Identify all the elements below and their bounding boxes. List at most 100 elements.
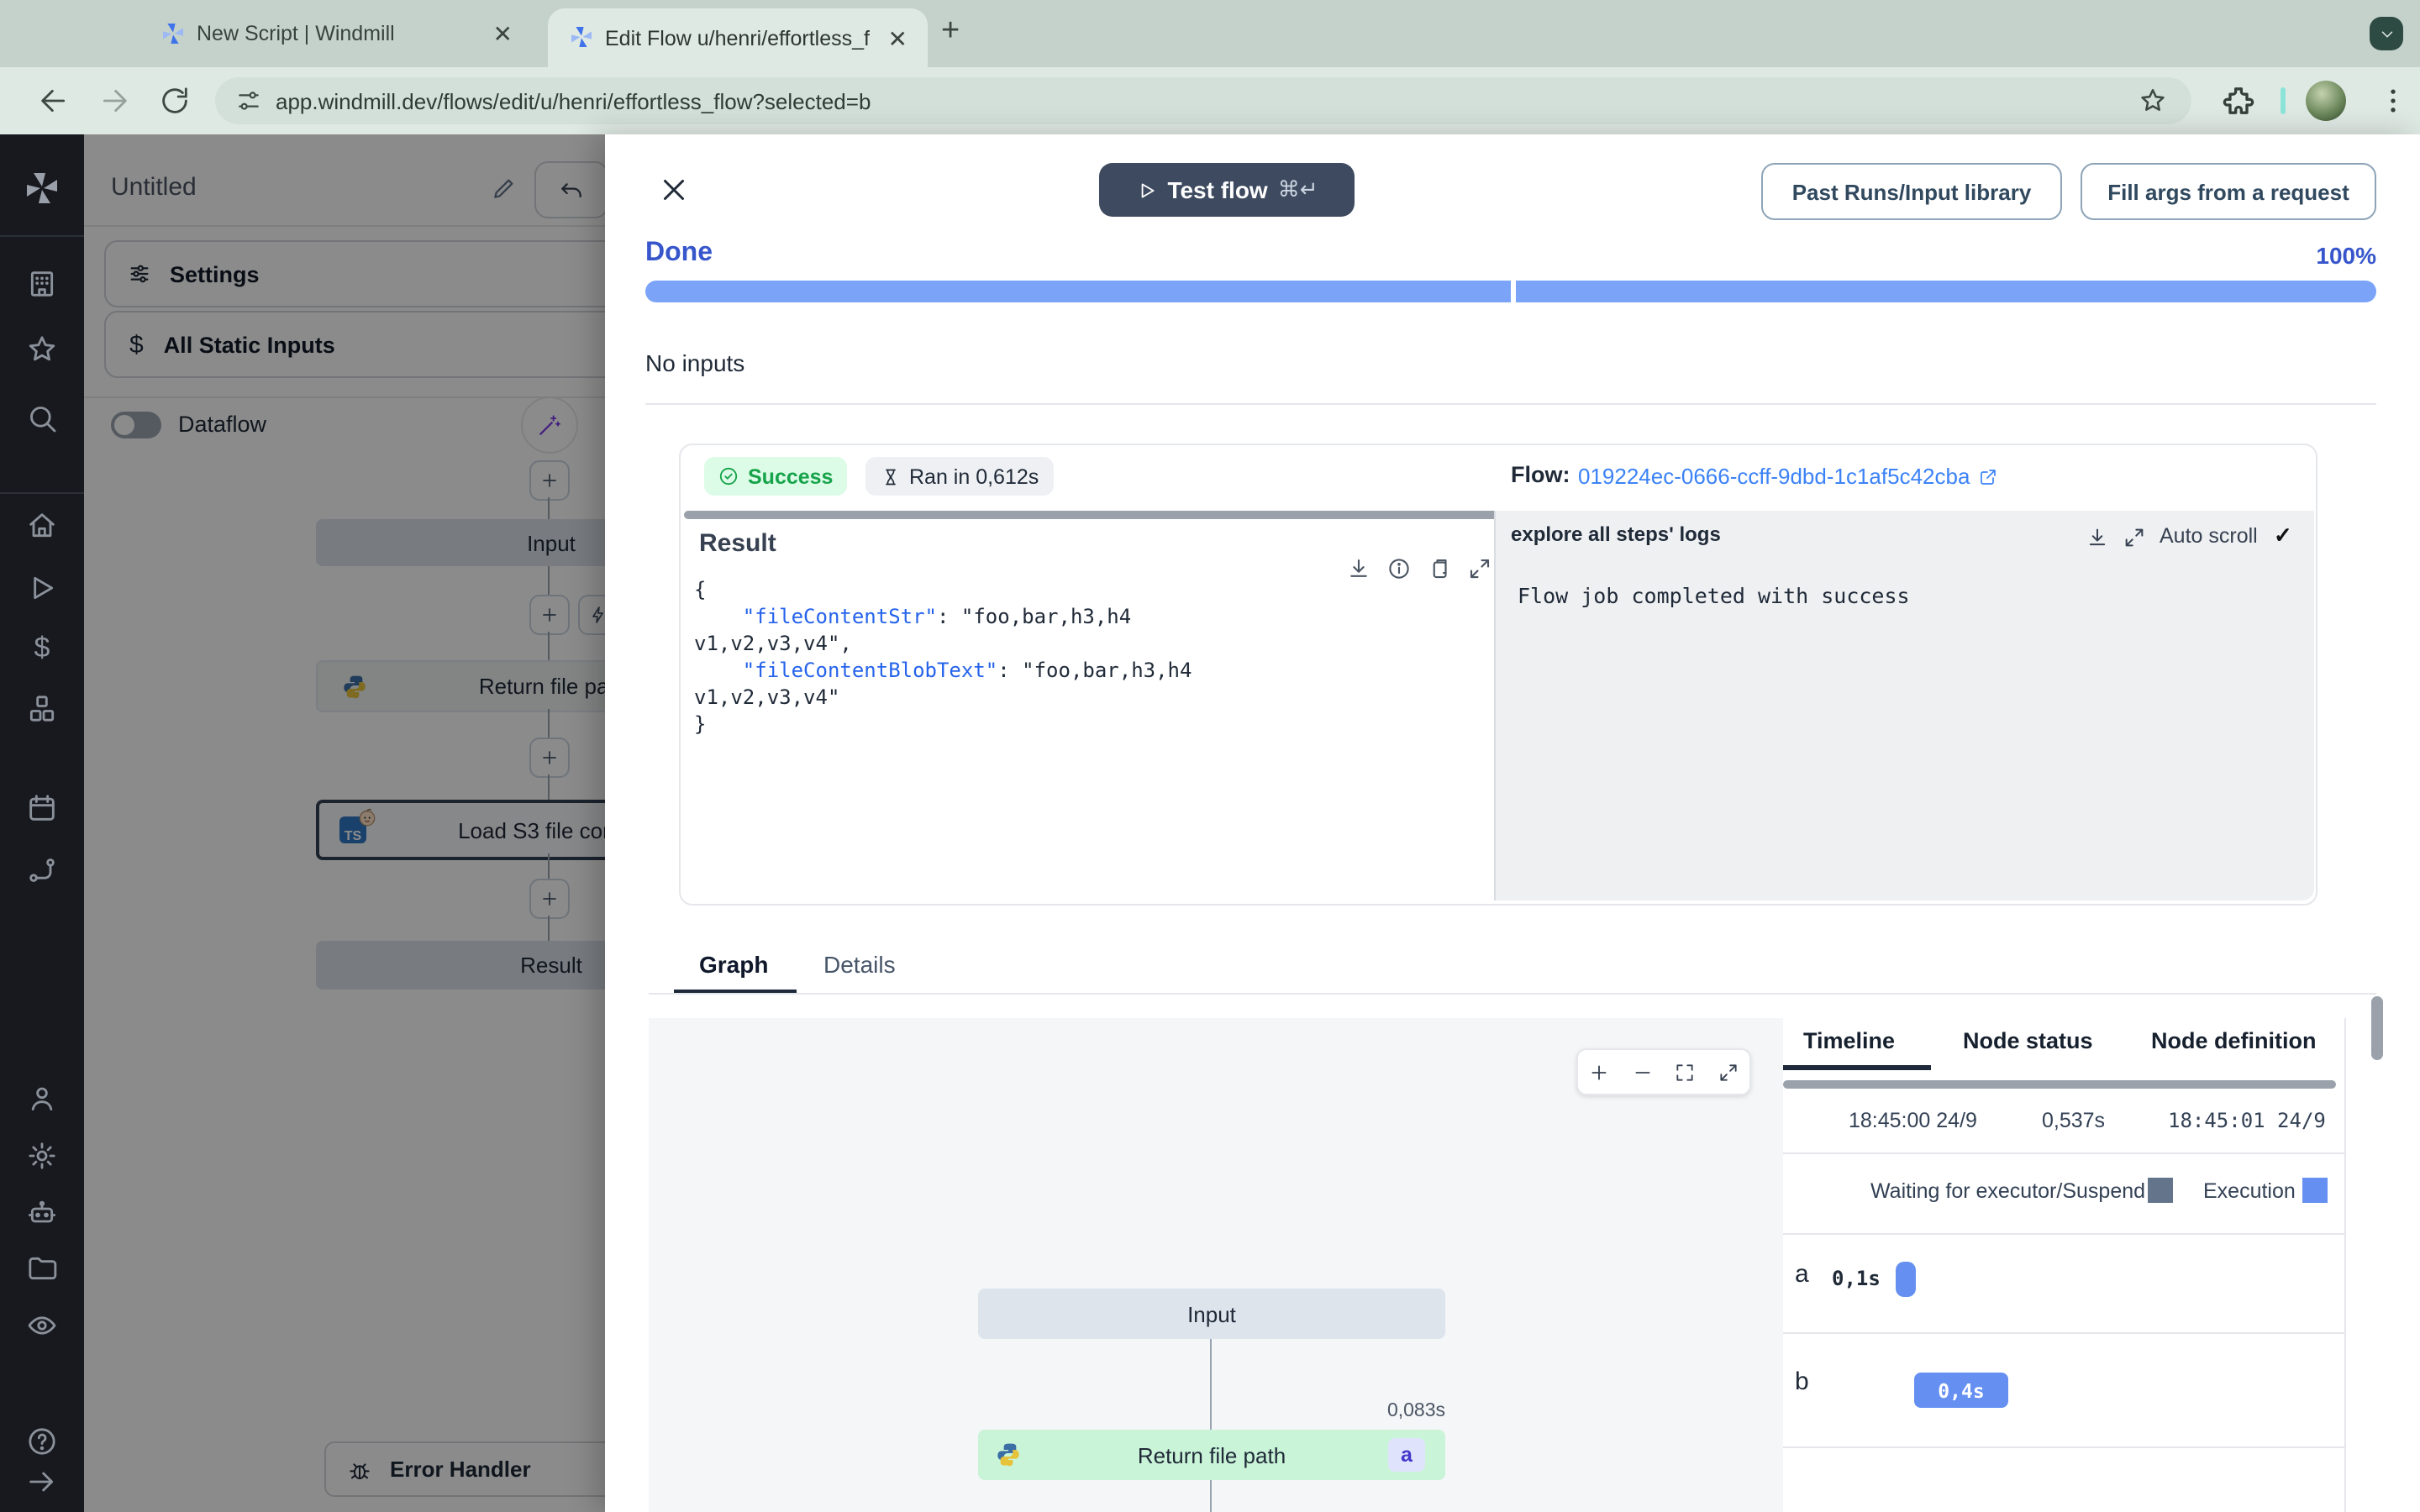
windmill-favicon-icon — [160, 20, 187, 47]
address-bar[interactable]: app.windmill.dev/flows/edit/u/henri/effo… — [215, 77, 2191, 124]
log-line: Flow job completed with success — [1518, 583, 1910, 608]
tab-title: New Script | Windmill — [197, 22, 395, 45]
tab-search-button[interactable] — [2370, 17, 2403, 50]
profile-accent-bar — [2281, 87, 2286, 114]
screen: New Script | Windmill ✕ Edit Flow u/henr… — [0, 0, 2420, 1512]
sidebar-item-runs[interactable] — [25, 571, 59, 605]
graph-node-step-a[interactable]: Return file path a — [978, 1430, 1445, 1480]
sidebar-item-schedules[interactable] — [25, 791, 59, 825]
row-divider — [1783, 1332, 2344, 1334]
download-icon[interactable] — [2086, 526, 2109, 549]
sidebar-item-routes[interactable] — [25, 853, 59, 887]
site-settings-icon[interactable] — [235, 87, 262, 114]
logs-header: explore all steps' logs — [1511, 522, 1721, 546]
sidebar-item-variables[interactable]: $ — [25, 632, 59, 665]
flow-id-value: 019224ec-0666-ccff-9dbd-1c1af5c42cba — [1578, 464, 1970, 489]
zoom-out-icon[interactable] — [1632, 1061, 1654, 1083]
fullscreen-icon[interactable] — [1718, 1061, 1739, 1083]
legend-waiting-swatch — [2148, 1178, 2173, 1203]
download-icon[interactable] — [1346, 556, 1371, 581]
row-divider — [1783, 1233, 2344, 1235]
json-line: v1,v2,v3,v4" — [694, 685, 840, 709]
row-divider — [1783, 1152, 2344, 1154]
tab-graph[interactable]: Graph — [699, 951, 768, 978]
modal-dim-overlay — [84, 134, 605, 1512]
sidebar-item-resources[interactable] — [25, 692, 59, 726]
close-tab-icon[interactable]: ✕ — [493, 22, 513, 45]
expand-icon[interactable] — [1467, 556, 1492, 581]
node-label: Return file path — [1137, 1442, 1286, 1467]
help-icon[interactable] — [25, 1425, 59, 1458]
run-result-card: Success Ran in 0,612s Flow: 019224ec-066… — [679, 444, 2317, 906]
progress-bar — [645, 281, 2376, 302]
back-icon[interactable] — [37, 84, 71, 118]
json-line: } — [694, 712, 707, 736]
past-runs-button[interactable]: Past Runs/Input library — [1761, 163, 2062, 220]
progress-percent: 100% — [2316, 242, 2376, 269]
past-runs-label: Past Runs/Input library — [1791, 179, 2032, 204]
step-duration: 0,083s — [1386, 1401, 1445, 1421]
tab-node-status[interactable]: Node status — [1963, 1028, 2093, 1053]
browser-tab-edit-flow[interactable]: Edit Flow u/henri/effortless_fl ✕ — [548, 8, 928, 67]
status-text: Done — [645, 239, 713, 267]
close-icon[interactable] — [659, 175, 689, 205]
flow-graph-canvas[interactable]: Input 0,083s Return file path a 0,432s T… — [649, 1018, 1785, 1512]
reload-icon[interactable] — [158, 84, 192, 118]
windmill-logo-icon — [22, 168, 62, 208]
tab-timeline[interactable]: Timeline — [1803, 1028, 1895, 1053]
info-icon[interactable] — [1386, 556, 1412, 581]
graph-zoom-controls — [1576, 1048, 1751, 1095]
bookmark-star-icon[interactable] — [2138, 86, 2168, 116]
close-tab-icon[interactable]: ✕ — [888, 26, 908, 50]
json-line: "fileContentBlobText": "foo,bar,h3,h4 — [694, 659, 1192, 682]
browser-tab-new-script[interactable]: New Script | Windmill ✕ — [146, 0, 533, 67]
sidebar-item-folders[interactable] — [25, 1252, 59, 1285]
sidebar-item-apps[interactable] — [25, 267, 59, 301]
graph-node-input[interactable]: Input — [978, 1289, 1445, 1339]
collapse-sidebar-icon[interactable] — [25, 1465, 59, 1499]
divider — [0, 492, 84, 494]
url-text: app.windmill.dev/flows/edit/u/henri/effo… — [276, 88, 871, 113]
step-id-badge: a — [1388, 1438, 1425, 1472]
fill-args-label: Fill args from a request — [2107, 179, 2349, 204]
vertical-scrollbar[interactable] — [2371, 996, 2383, 1060]
timeline-bar-a — [1896, 1262, 1916, 1297]
timeline-row-id: a — [1795, 1260, 1809, 1289]
new-tab-icon[interactable]: + — [941, 13, 960, 50]
duration-label: Ran in 0,612s — [909, 465, 1039, 488]
fill-args-button[interactable]: Fill args from a request — [2081, 163, 2376, 220]
flow-id-label: Flow: — [1511, 462, 1570, 487]
sidebar-item-favorites[interactable] — [25, 333, 59, 366]
sidebar-item-user[interactable] — [25, 1082, 59, 1116]
forward-icon[interactable] — [97, 84, 131, 118]
sidebar-item-audit[interactable] — [25, 1309, 59, 1342]
chevron-down-icon — [2381, 30, 2392, 37]
browser-menu-icon[interactable] — [2376, 84, 2410, 118]
tab-node-definition[interactable]: Node definition — [2151, 1028, 2317, 1053]
success-label: Success — [748, 465, 834, 488]
auto-scroll-label[interactable]: Auto scroll — [2160, 524, 2258, 548]
copy-icon[interactable] — [1427, 556, 1452, 581]
sidebar-item-search[interactable] — [25, 402, 59, 435]
fit-view-icon[interactable] — [1675, 1061, 1697, 1083]
extensions-icon[interactable] — [2222, 84, 2255, 118]
horizontal-scrollbar[interactable] — [1783, 1080, 2336, 1089]
duration-badge: Ran in 0,612s — [865, 457, 1055, 496]
divider — [645, 403, 2376, 405]
hourglass-icon — [886, 468, 896, 485]
test-flow-label: Test flow — [1167, 176, 1268, 203]
sidebar-item-settings[interactable] — [25, 1139, 59, 1173]
test-flow-button[interactable]: Test flow ⌘↵ — [1099, 163, 1355, 217]
play-icon — [1141, 182, 1154, 197]
progress-step-divider — [1511, 281, 1516, 302]
legend-execution-swatch — [2302, 1178, 2328, 1203]
flow-id-link[interactable]: 019224ec-0666-ccff-9dbd-1c1af5c42cba — [1578, 464, 1998, 489]
avatar[interactable] — [2306, 81, 2346, 121]
expand-icon[interactable] — [2123, 526, 2146, 549]
sidebar-item-workers[interactable] — [25, 1196, 59, 1230]
windmill-favicon-icon — [568, 24, 595, 50]
zoom-in-icon[interactable] — [1589, 1061, 1611, 1083]
tab-details[interactable]: Details — [823, 951, 896, 978]
sidebar-item-home[interactable] — [25, 509, 59, 543]
success-badge: Success — [704, 457, 847, 496]
